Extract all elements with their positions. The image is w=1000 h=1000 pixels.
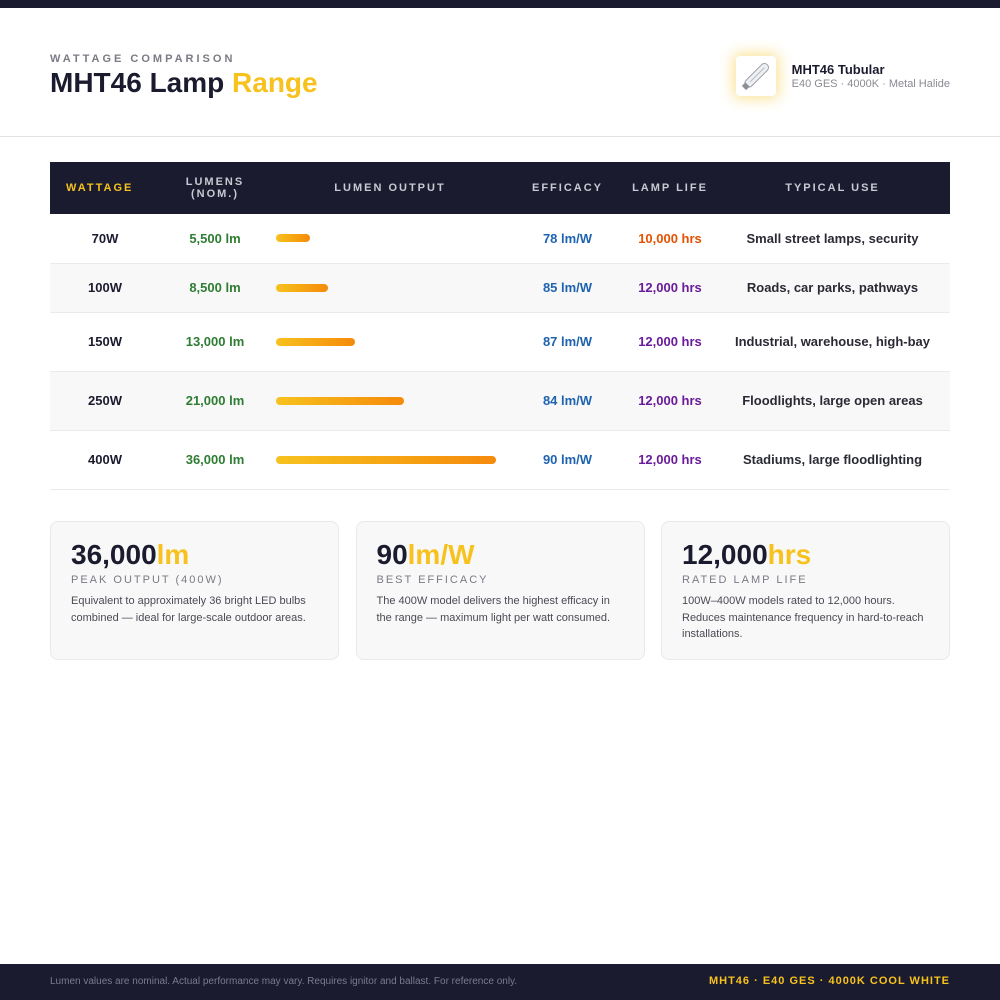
row-lumen-output xyxy=(270,214,510,263)
row-lamp-life: 12,000 hrs xyxy=(638,280,702,295)
header-efficacy: EFFICACY xyxy=(532,182,603,194)
tubular-lamp-icon xyxy=(735,56,776,96)
header-lamp-life: LAMP LIFE xyxy=(632,182,708,194)
card-label: PEAK OUTPUT (400W) xyxy=(71,574,224,586)
row-efficacy: 84 lm/W xyxy=(542,393,593,408)
row-typical-use: Stadiums, large floodlighting xyxy=(742,452,923,467)
card-number: 12,000 xyxy=(682,539,768,570)
card-number: 36,000 xyxy=(71,539,157,570)
card-unit: lm/W xyxy=(407,539,475,570)
page-eyebrow: WATTAGE COMPARISON xyxy=(50,53,236,65)
header-typical-use: TYPICAL USE xyxy=(785,182,880,194)
row-lamp-life: 10,000 hrs xyxy=(638,230,702,246)
row-lumens: 36,000 lm xyxy=(185,452,245,467)
row-lumens: 8,500 lm xyxy=(189,280,241,295)
table-row: 100W 8,500 lm 85 lm/W 12,000 hrs Roads, … xyxy=(50,263,950,312)
row-lumen-output xyxy=(270,312,510,371)
card-unit: lm xyxy=(156,539,190,570)
card-label: BEST EFFICACY xyxy=(376,574,489,586)
card-label: RATED LAMP LIFE xyxy=(682,574,808,586)
title-main: MHT46 Lamp xyxy=(50,67,225,98)
footer-brand: MHT46 · E40 GES · 4000K COOL WHITE xyxy=(708,975,950,987)
row-typical-use: Small street lamps, security xyxy=(746,230,919,246)
card-description: The 400W model delivers the highest effi… xyxy=(376,595,611,624)
card-value: 12,000hrs xyxy=(682,539,929,571)
table-row: 70W 5,500 lm 78 lm/W 10,000 hrs Small st… xyxy=(50,214,950,263)
row-efficacy: 87 lm/W xyxy=(542,334,593,349)
row-efficacy: 90 lm/W xyxy=(542,452,593,467)
footer-disclaimer: Lumen values are nominal. Actual perform… xyxy=(50,976,518,987)
row-wattage: 250W xyxy=(88,393,122,408)
card-value: 90lm/W xyxy=(377,539,624,571)
product-spec: E40 GES · 4000K · Metal Halide xyxy=(791,77,950,90)
lumen-output-bar xyxy=(276,283,328,292)
card-description: 100W–400W models rated to 12,000 hours. … xyxy=(682,595,924,640)
product-name: MHT46 Tubular xyxy=(791,61,885,77)
row-lumens: 13,000 lm xyxy=(185,334,245,349)
row-wattage: 100W xyxy=(88,280,122,295)
header-lumen-output: LUMEN OUTPUT xyxy=(334,182,446,194)
page-title: MHT46 Lamp Range xyxy=(50,67,318,99)
top-accent-bar xyxy=(0,0,1000,8)
card-value: 36,000lm xyxy=(71,539,318,571)
table-row: 250W 21,000 lm 84 lm/W 12,000 hrs Floodl… xyxy=(50,371,950,430)
stat-card-lamp-life: 12,000hrs RATED LAMP LIFE 100W–400W mode… xyxy=(661,521,950,660)
page-footer: Lumen values are nominal. Actual perform… xyxy=(0,964,1000,1000)
product-info: MHT46 Tubular E40 GES · 4000K · Metal Ha… xyxy=(792,62,950,91)
row-lamp-life: 12,000 hrs xyxy=(638,452,702,467)
row-lamp-life: 12,000 hrs xyxy=(638,393,702,408)
header-wattage: WATTAGE xyxy=(66,182,134,194)
row-efficacy: 85 lm/W xyxy=(542,280,593,295)
card-description: Equivalent to approximately 36 bright LE… xyxy=(71,595,306,624)
row-lumens: 5,500 lm xyxy=(189,230,241,246)
header-lumens: LUMENS (NOM.) xyxy=(185,176,245,200)
row-efficacy: 78 lm/W xyxy=(542,230,593,246)
lumen-output-bar xyxy=(276,455,496,464)
card-number: 90 xyxy=(376,539,408,570)
lumen-output-bar xyxy=(276,396,404,405)
row-typical-use: Roads, car parks, pathways xyxy=(746,280,919,295)
wattage-comparison-table: WATTAGE LUMENS (NOM.) LUMEN OUTPUT EFFIC… xyxy=(50,162,950,490)
lumen-output-bar xyxy=(276,337,355,346)
row-lumen-output xyxy=(270,430,510,489)
row-wattage: 70W xyxy=(91,230,119,246)
row-lumens: 21,000 lm xyxy=(185,393,245,408)
row-lumen-output xyxy=(270,371,510,430)
table-header-row: WATTAGE LUMENS (NOM.) LUMEN OUTPUT EFFIC… xyxy=(50,162,950,214)
row-typical-use: Floodlights, large open areas xyxy=(742,393,923,408)
stat-cards: 36,000lm PEAK OUTPUT (400W) Equivalent t… xyxy=(50,521,950,660)
row-lamp-life: 12,000 hrs xyxy=(638,334,702,349)
lumen-output-bar xyxy=(276,234,310,243)
row-wattage: 150W xyxy=(88,334,122,349)
table-row: 150W 13,000 lm 87 lm/W 12,000 hrs Indust… xyxy=(50,312,950,371)
row-typical-use: Industrial, warehouse, high-bay xyxy=(734,334,931,349)
row-lumen-output xyxy=(270,263,510,312)
product-badge: MHT46 Tubular E40 GES · 4000K · Metal Ha… xyxy=(735,56,950,96)
table-row: 400W 36,000 lm 90 lm/W 12,000 hrs Stadiu… xyxy=(50,430,950,489)
stat-card-peak-output: 36,000lm PEAK OUTPUT (400W) Equivalent t… xyxy=(50,521,339,660)
title-accent: Range xyxy=(232,67,318,98)
card-unit: hrs xyxy=(767,539,812,570)
stat-card-best-efficacy: 90lm/W BEST EFFICACY The 400W model deli… xyxy=(355,521,645,660)
page-header: WATTAGE COMPARISON MHT46 Lamp Range MHT4… xyxy=(0,8,1000,137)
row-wattage: 400W xyxy=(88,452,122,467)
